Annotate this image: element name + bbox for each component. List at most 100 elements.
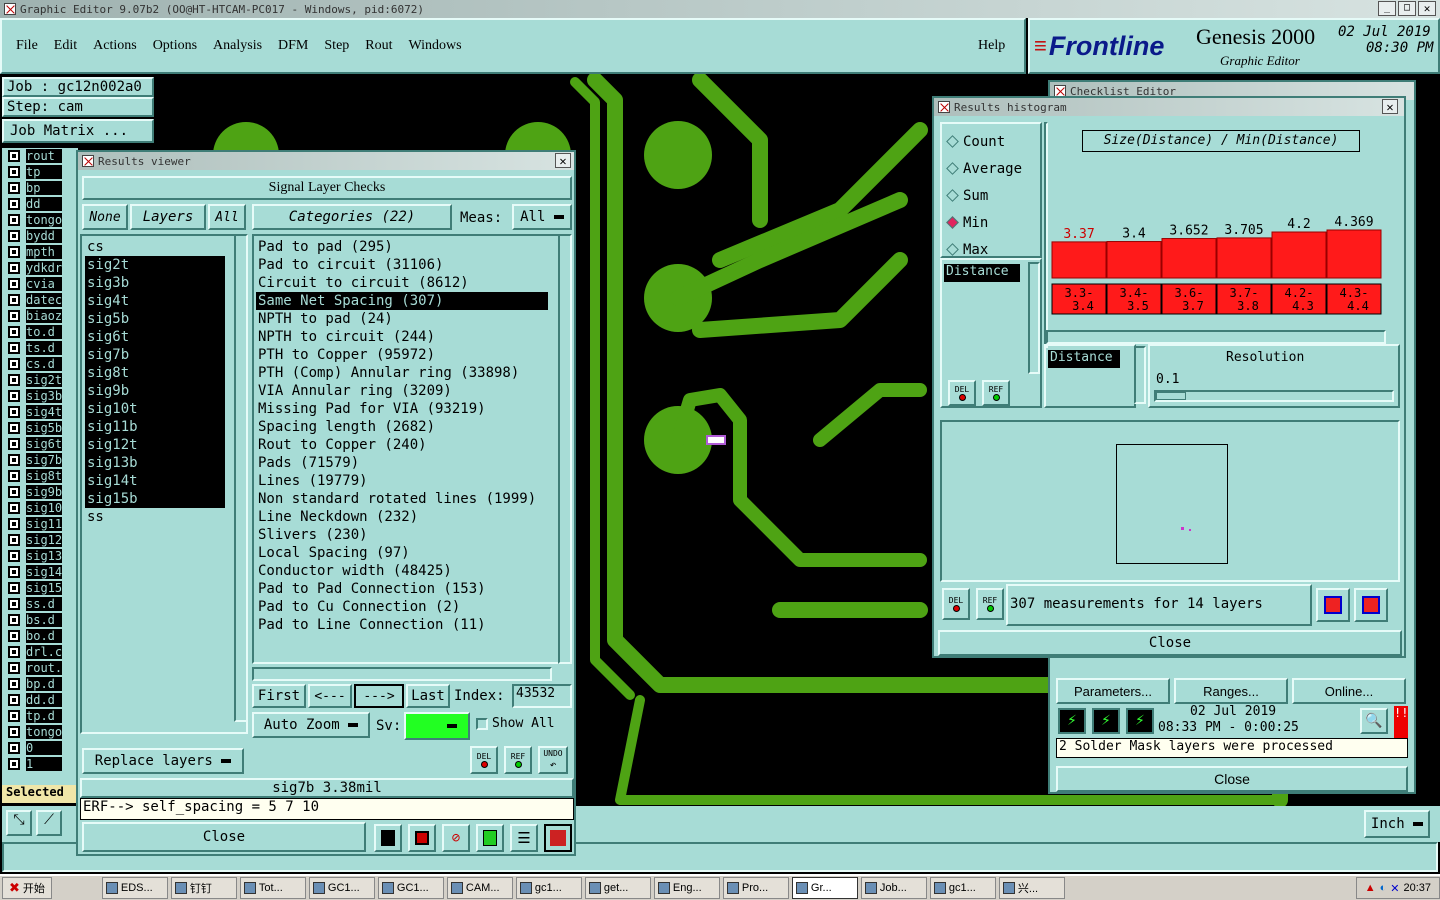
layer-row[interactable]: ts.d [2, 340, 78, 356]
mode-radio-average[interactable]: Average [942, 155, 1040, 182]
category-item[interactable]: Spacing length (2682) [256, 418, 548, 436]
layer-row[interactable]: ydkdr [2, 260, 78, 276]
layer-checkbox-icon[interactable] [8, 198, 20, 210]
layer-row[interactable]: dd.d [2, 692, 78, 708]
parameters-button[interactable]: Parameters... [1056, 678, 1170, 704]
layer-checkbox-icon[interactable] [8, 662, 20, 674]
result-layer-item[interactable]: sig9b [85, 382, 225, 400]
layer-row[interactable]: to.d [2, 324, 78, 340]
hist-ref-button[interactable]: REF [982, 380, 1010, 406]
zoom-to-fit-icon[interactable] [1316, 588, 1350, 622]
units-button[interactable]: Inch [1364, 810, 1430, 838]
category-item[interactable]: Line Neckdown (232) [256, 508, 548, 526]
menu-actions[interactable]: Actions [93, 38, 137, 54]
category-item[interactable]: Circuit to circuit (8612) [256, 274, 548, 292]
resolution-field-item[interactable]: Distance [1048, 350, 1120, 368]
layer-checkbox-icon[interactable] [8, 534, 20, 546]
result-layer-item[interactable]: sig14t [85, 472, 225, 490]
category-item[interactable]: Local Spacing (97) [256, 544, 548, 562]
result-layer-item[interactable]: sig4t [85, 292, 225, 310]
menu-analysis[interactable]: Analysis [213, 38, 262, 54]
layer-row[interactable]: sig4t [2, 404, 78, 420]
layer-row[interactable]: tp.d [2, 708, 78, 724]
layer-row[interactable]: tongo [2, 724, 78, 740]
close-icon[interactable]: ✕ [1418, 1, 1436, 16]
layer-checkbox-icon[interactable] [8, 326, 20, 338]
category-item[interactable]: Lines (19779) [256, 472, 548, 490]
taskbar-item[interactable]: Eng... [653, 877, 720, 899]
all-button[interactable]: All [208, 204, 246, 230]
histogram-bar[interactable] [1161, 238, 1217, 279]
histogram-bar[interactable] [1051, 241, 1107, 279]
ref-button[interactable]: REF [504, 746, 532, 774]
menu-step[interactable]: Step [324, 38, 349, 54]
menu-windows[interactable]: Windows [409, 38, 462, 54]
help-menu[interactable]: Help [978, 38, 1005, 54]
layer-checkbox-icon[interactable] [8, 486, 20, 498]
job-matrix-button[interactable]: Job Matrix ... [2, 119, 154, 143]
layer-row[interactable]: sig14 [2, 564, 78, 580]
menu-options[interactable]: Options [153, 38, 197, 54]
layer-checkbox-icon[interactable] [8, 582, 20, 594]
layer-row[interactable]: tp [2, 164, 78, 180]
category-item[interactable]: Pad to Line Connection (11) [256, 616, 548, 634]
layer-row[interactable]: biaoz [2, 308, 78, 324]
minimize-icon[interactable]: _ [1378, 1, 1396, 16]
category-item[interactable]: Non standard rotated lines (1999) [256, 490, 548, 508]
replace-layers-dropdown[interactable]: Replace layers [82, 748, 244, 774]
layer-row[interactable]: 0 [2, 740, 78, 756]
layer-checkbox-icon[interactable] [8, 214, 20, 226]
result-layer-item[interactable]: sig3b [85, 274, 225, 292]
taskbar-item[interactable]: Gr... [791, 877, 858, 899]
layer-checkbox-icon[interactable] [8, 646, 20, 658]
layer-checkbox-icon[interactable] [8, 150, 20, 162]
category-item[interactable]: Pad to Cu Connection (2) [256, 598, 548, 616]
layer-row[interactable]: 1 [2, 756, 78, 772]
prev-button[interactable]: <--- [308, 684, 352, 708]
layer-checkbox-icon[interactable] [8, 166, 20, 178]
layer-checkbox-icon[interactable] [8, 598, 20, 610]
no-ref-icon[interactable]: ⊘ [442, 824, 470, 852]
category-item[interactable]: Missing Pad for VIA (93219) [256, 400, 548, 418]
ranges-button[interactable]: Ranges... [1174, 678, 1288, 704]
layer-row[interactable]: sig12 [2, 532, 78, 548]
close-icon[interactable]: ✕ [555, 153, 571, 168]
layer-checkbox-icon[interactable] [8, 758, 20, 770]
close-icon[interactable]: ✕ [1382, 99, 1398, 114]
histogram-close-button[interactable]: Close [938, 630, 1402, 656]
layer-checkbox-icon[interactable] [8, 230, 20, 242]
undo-button[interactable]: UNDO ↶ [538, 746, 568, 774]
histogram-icon[interactable] [544, 824, 572, 852]
index-input[interactable]: 43532 [512, 684, 572, 708]
layer-ref-icon[interactable] [374, 824, 402, 852]
category-item[interactable]: PTH to Copper (95972) [256, 346, 548, 364]
layer-row[interactable]: bp [2, 180, 78, 196]
category-item[interactable]: Conductor width (48425) [256, 562, 548, 580]
del-button[interactable]: DEL [470, 746, 498, 774]
measure-icon[interactable]: ⟋ [36, 810, 62, 836]
category-item[interactable]: VIA Annular ring (3209) [256, 382, 548, 400]
layer-row[interactable]: sig3b [2, 388, 78, 404]
categories-button[interactable]: Categories (22) [252, 204, 452, 230]
histogram-bar[interactable] [1216, 237, 1272, 279]
layer-checkbox-icon[interactable] [8, 438, 20, 450]
layer-checkbox-icon[interactable] [8, 406, 20, 418]
layer-row[interactable]: rout [2, 148, 78, 164]
layer-row[interactable]: dd [2, 196, 78, 212]
category-item[interactable]: PTH (Comp) Annular ring (33898) [256, 364, 548, 382]
erf-icon[interactable] [408, 824, 436, 852]
layer-checkbox-icon[interactable] [8, 454, 20, 466]
category-item[interactable]: Rout to Copper (240) [256, 436, 548, 454]
layer-row[interactable]: bydd [2, 228, 78, 244]
next-button[interactable]: ---> [354, 684, 404, 708]
taskbar-item[interactable]: 兴... [998, 877, 1065, 899]
step-icon[interactable] [476, 824, 504, 852]
field-list-scrollbar[interactable] [1028, 262, 1040, 374]
menu-dfm[interactable]: DFM [278, 38, 308, 54]
layer-row[interactable]: drl.c [2, 644, 78, 660]
layer-checkbox-icon[interactable] [8, 678, 20, 690]
layer-checkbox-icon[interactable] [8, 182, 20, 194]
layer-checkbox-icon[interactable] [8, 742, 20, 754]
taskbar-item[interactable]: Job... [860, 877, 927, 899]
menu-edit[interactable]: Edit [54, 38, 77, 54]
